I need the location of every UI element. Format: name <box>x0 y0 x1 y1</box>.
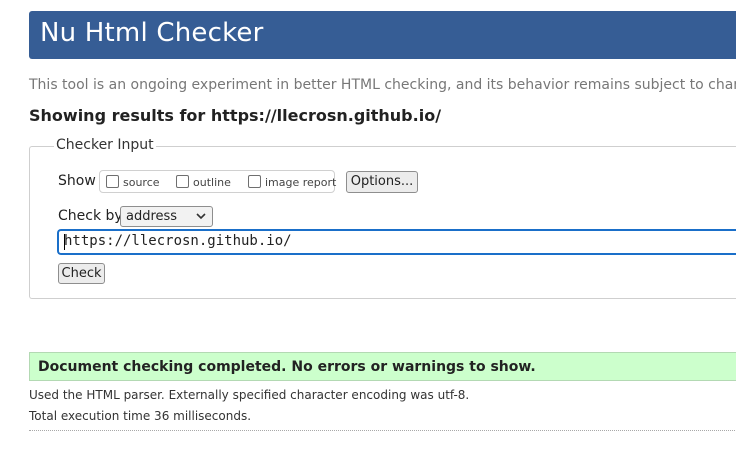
page-title: Nu Html Checker <box>40 18 264 48</box>
page-header: Nu Html Checker <box>29 11 736 59</box>
image-report-checkbox[interactable] <box>248 175 261 188</box>
url-input[interactable]: https://llecrosn.github.io/ <box>57 229 736 255</box>
success-message: Document checking completed. No errors o… <box>38 359 536 375</box>
chevron-down-icon <box>196 213 206 220</box>
tagline: This tool is an ongoing experiment in be… <box>29 77 736 93</box>
show-label: Show <box>58 173 96 189</box>
url-input-value: https://llecrosn.github.io/ <box>64 233 292 249</box>
outline-checkbox[interactable] <box>176 175 189 188</box>
execution-time: Total execution time 36 milliseconds. <box>29 409 252 423</box>
check-by-label: Check by <box>58 208 123 224</box>
results-heading: Showing results for https://llecrosn.git… <box>29 106 442 125</box>
checker-input-legend: Checker Input <box>54 137 156 153</box>
parser-details: Used the HTML parser. Externally specifi… <box>29 388 470 402</box>
outline-checkbox-label[interactable]: outline <box>193 176 231 189</box>
check-by-select[interactable]: address <box>120 206 213 227</box>
divider <box>29 430 736 431</box>
check-by-value: address <box>126 209 178 224</box>
source-checkbox[interactable] <box>106 175 119 188</box>
text-caret <box>64 234 65 250</box>
source-checkbox-label[interactable]: source <box>123 176 160 189</box>
image-report-checkbox-label[interactable]: image report <box>265 176 336 189</box>
success-message-box: Document checking completed. No errors o… <box>29 352 736 381</box>
check-button[interactable]: Check <box>58 263 105 284</box>
options-button[interactable]: Options... <box>346 171 418 193</box>
